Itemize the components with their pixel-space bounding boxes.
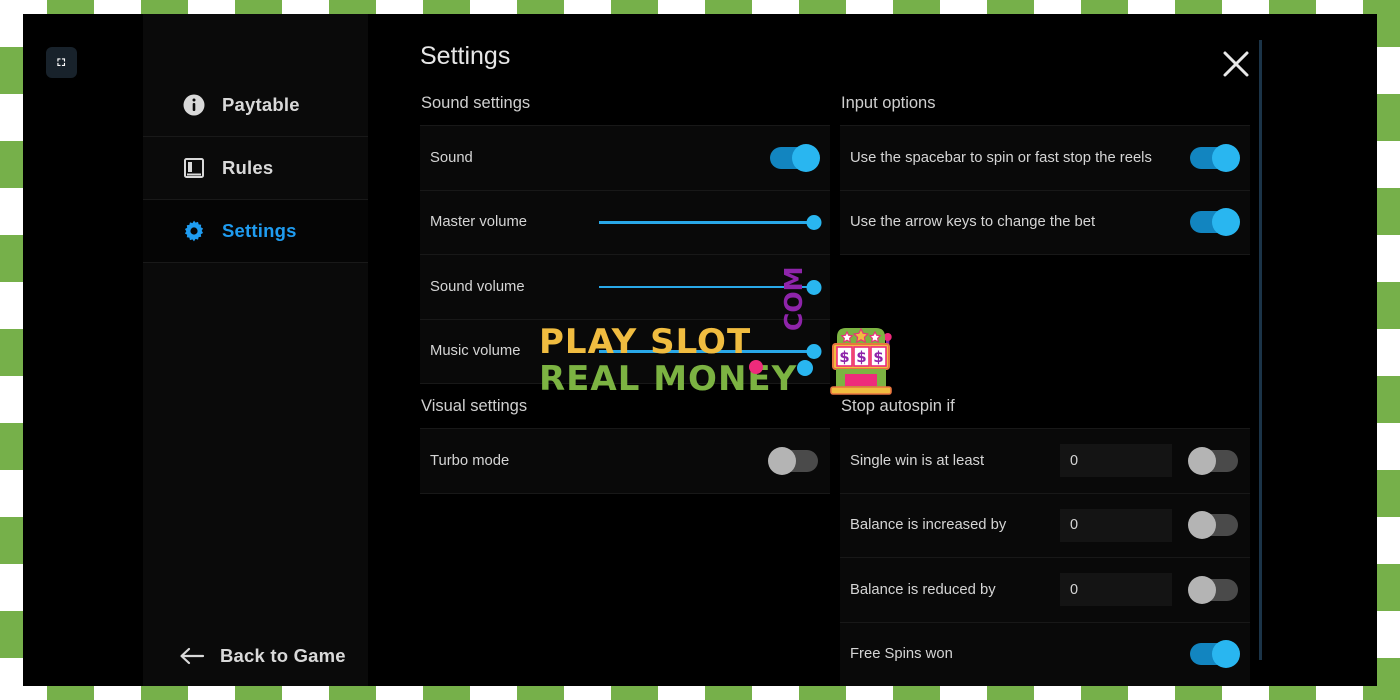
row-balance-reduced: Balance is reduced by [840, 558, 1250, 623]
sound-settings-rows: Sound Master volume Sound volume Music v… [420, 125, 830, 384]
row-balance-increased: Balance is increased by [840, 494, 1250, 558]
exit-fullscreen-icon [57, 58, 66, 67]
stop-autospin-section: Stop autospin if Single win is at least … [840, 397, 1250, 686]
toggle-spacebar-spin[interactable] [1190, 143, 1240, 172]
sidebar-item-paytable-label: Paytable [222, 94, 300, 115]
toggle-arrow-keys-bet[interactable] [1190, 208, 1240, 237]
row-single-win: Single win is at least [840, 429, 1250, 494]
row-balance-reduced-label: Balance is reduced by [850, 581, 996, 598]
row-master-volume: Master volume [420, 191, 830, 255]
row-sound-volume-label: Sound volume [430, 278, 525, 295]
input-balance-increased[interactable] [1060, 508, 1172, 542]
input-single-win[interactable] [1060, 444, 1172, 478]
row-music-volume-label: Music volume [430, 343, 521, 360]
row-sound-label: Sound [430, 149, 473, 166]
toggle-balance-reduced[interactable] [1188, 575, 1238, 604]
settings-panel: Settings Sound settings Sound Master vol… [368, 14, 1377, 686]
toggle-free-spins-won[interactable] [1190, 640, 1240, 669]
row-music-volume: Music volume [420, 320, 830, 384]
slider-thumb[interactable] [806, 279, 822, 295]
sound-settings-heading: Sound settings [421, 94, 531, 112]
toggle-knob [1212, 143, 1240, 172]
toggle-knob [1188, 511, 1216, 540]
sidebar-item-paytable[interactable]: Paytable [143, 74, 368, 137]
toggle-knob [1188, 446, 1216, 475]
row-arrow-keys-bet-label: Use the arrow keys to change the bet [850, 214, 1096, 231]
row-balance-increased-label: Balance is increased by [850, 517, 1007, 534]
exit-fullscreen-button[interactable] [46, 47, 77, 78]
toggle-knob [1188, 575, 1216, 604]
sound-settings-section: Sound settings Sound Master volume Sound… [420, 94, 830, 384]
slider-fill [599, 350, 814, 353]
input-options-rows: Use the spacebar to spin or fast stop th… [840, 125, 1250, 255]
visual-settings-section: Visual settings Turbo mode [420, 397, 830, 494]
slider-fill [599, 221, 814, 224]
slider-fill [599, 285, 814, 289]
slider-thumb[interactable] [806, 344, 822, 360]
stop-autospin-rows: Single win is at least Balance is increa… [840, 428, 1250, 686]
row-turbo-mode-label: Turbo mode [430, 452, 510, 469]
slider-sound-volume[interactable] [599, 277, 822, 297]
toggle-balance-increased[interactable] [1188, 511, 1238, 540]
visual-settings-heading: Visual settings [421, 397, 528, 415]
input-options-section: Input options Use the spacebar to spin o… [840, 94, 1250, 255]
toggle-knob [1212, 640, 1240, 669]
row-master-volume-label: Master volume [430, 214, 528, 231]
sidebar-menu: Paytable Rules Settings Back to Game [143, 14, 368, 686]
row-arrow-keys-bet: Use the arrow keys to change the bet [840, 191, 1250, 255]
input-balance-reduced[interactable] [1060, 573, 1172, 607]
visual-settings-rows: Turbo mode [420, 428, 830, 494]
back-to-game-label: Back to Game [220, 645, 346, 666]
row-spacebar-spin: Use the spacebar to spin or fast stop th… [840, 126, 1250, 191]
info-icon [181, 92, 207, 118]
row-sound: Sound [420, 126, 830, 191]
back-to-game-button[interactable]: Back to Game [143, 626, 368, 686]
row-spacebar-spin-label: Use the spacebar to spin or fast stop th… [850, 149, 1152, 166]
close-icon [1223, 51, 1249, 77]
book-icon [181, 155, 207, 181]
toggle-knob [768, 446, 796, 475]
toggle-knob [1212, 208, 1240, 237]
page-title: Settings [420, 42, 511, 70]
row-single-win-label: Single win is at least [850, 452, 985, 469]
toggle-turbo-mode[interactable] [768, 446, 818, 475]
slider-master-volume[interactable] [599, 212, 822, 232]
row-free-spins-won-label: Free Spins won [850, 646, 953, 663]
toggle-sound[interactable] [770, 143, 820, 172]
toggle-single-win[interactable] [1188, 446, 1238, 475]
sidebar-item-settings-label: Settings [222, 220, 297, 241]
sidebar-item-rules-label: Rules [222, 157, 274, 178]
sidebar-item-settings[interactable]: Settings [143, 200, 368, 263]
row-turbo-mode: Turbo mode [420, 429, 830, 494]
toggle-knob [792, 143, 820, 172]
row-sound-volume: Sound volume [420, 255, 830, 320]
slider-thumb[interactable] [806, 215, 822, 231]
sidebar-item-rules[interactable]: Rules [143, 137, 368, 200]
arrow-left-icon [179, 643, 205, 669]
close-button[interactable] [1216, 44, 1256, 84]
stop-autospin-heading: Stop autospin if [841, 397, 955, 415]
gear-icon [181, 218, 207, 244]
slider-music-volume[interactable] [599, 341, 822, 361]
game-frame: Basketball 23:42 Paytable [23, 14, 1377, 686]
row-free-spins-won: Free Spins won [840, 623, 1250, 687]
panel-scrollbar[interactable] [1259, 40, 1262, 660]
input-options-heading: Input options [841, 94, 936, 112]
